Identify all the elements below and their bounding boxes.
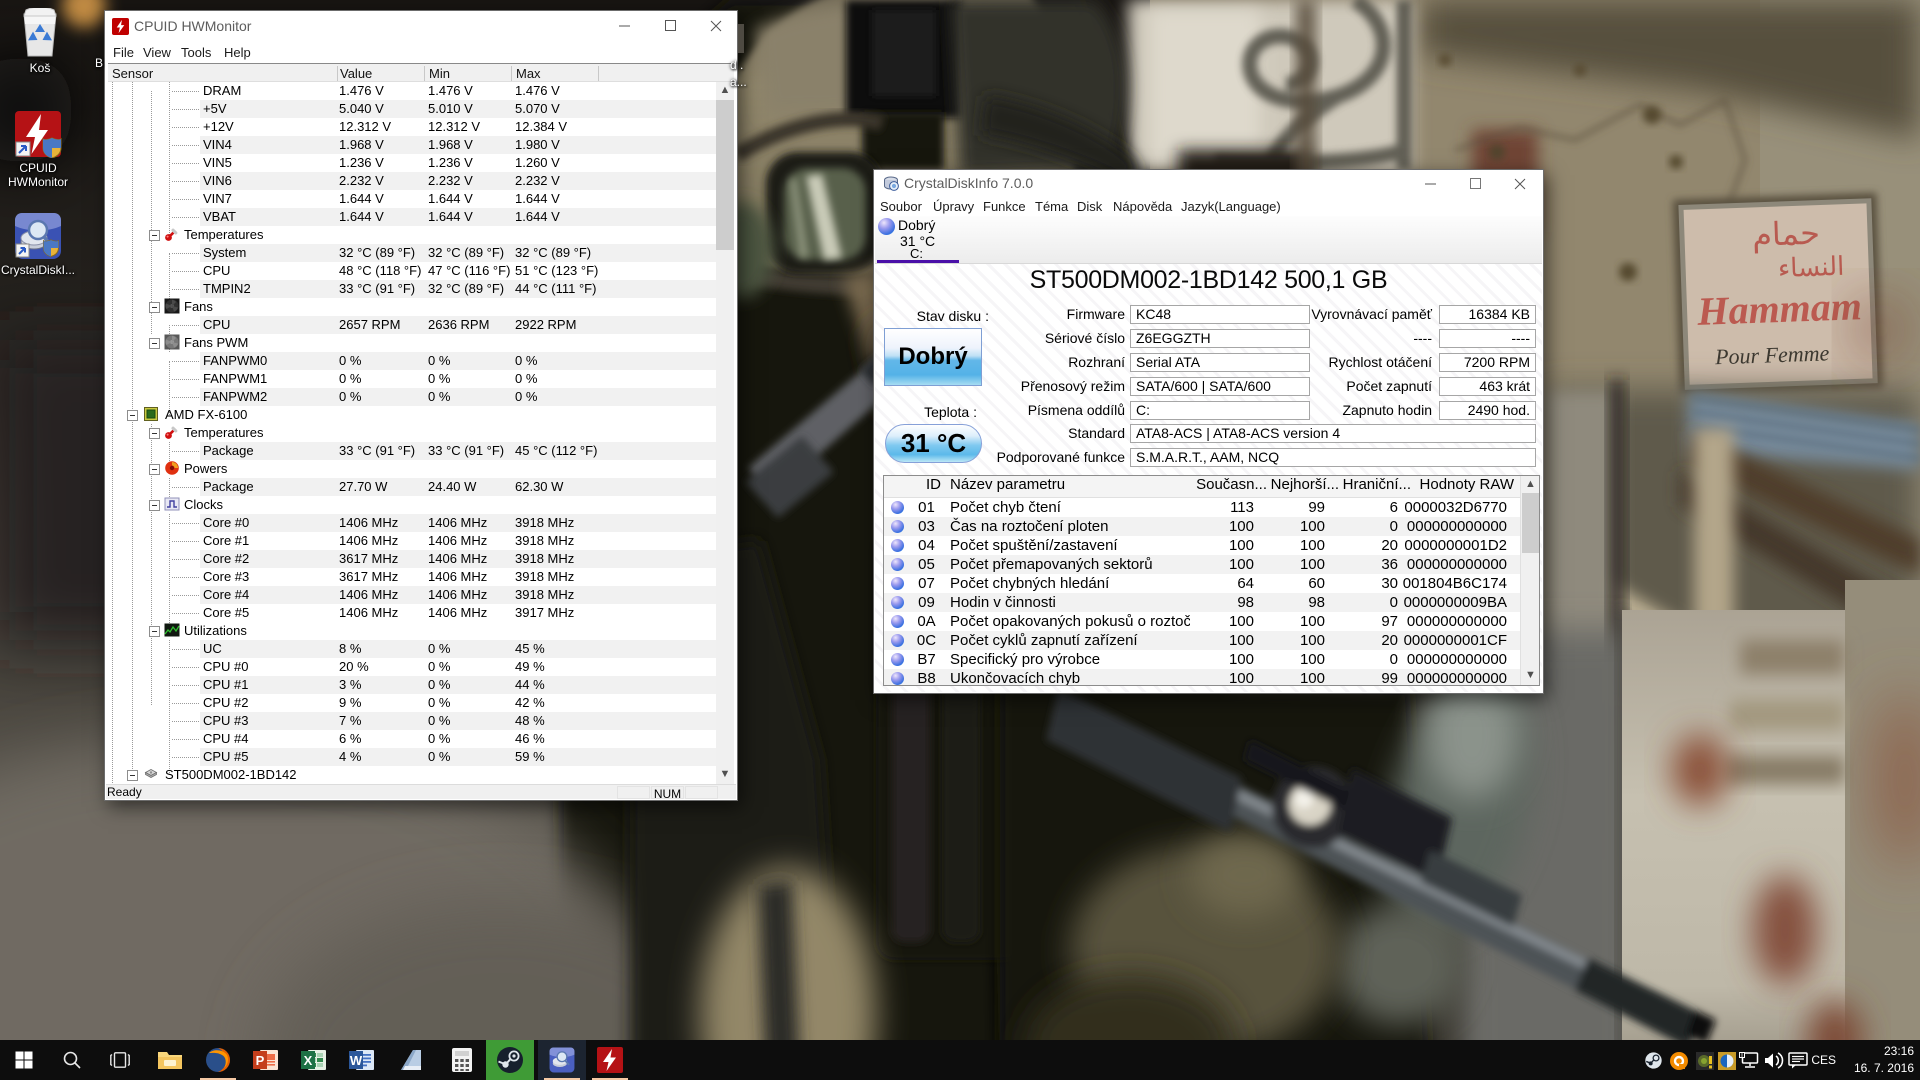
- svg-text:Pour Femme: Pour Femme: [1714, 340, 1830, 369]
- svg-text:حمام: حمام: [1751, 215, 1820, 254]
- svg-text:X: X: [304, 1053, 313, 1068]
- svg-text:W: W: [350, 1053, 363, 1068]
- svg-text:P: P: [256, 1053, 265, 1068]
- svg-text:النساء: النساء: [1778, 252, 1845, 283]
- svg-text:Hammam: Hammam: [1696, 283, 1863, 334]
